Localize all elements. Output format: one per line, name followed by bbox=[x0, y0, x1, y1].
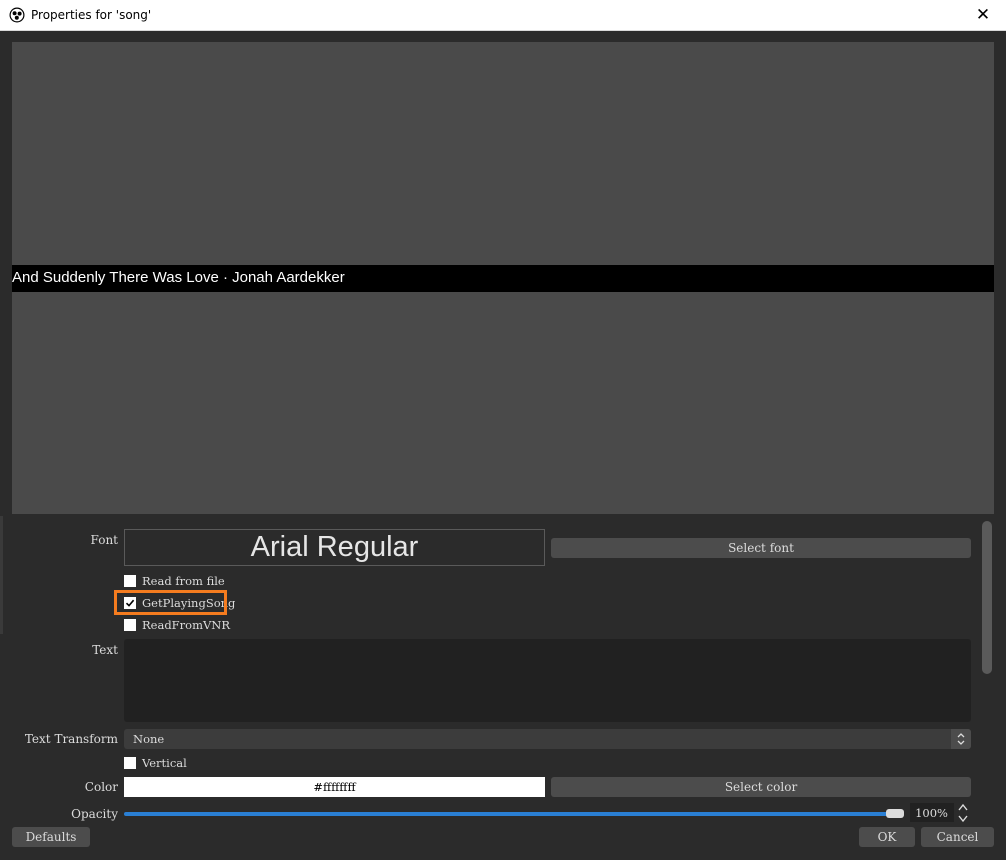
cancel-button[interactable]: Cancel bbox=[921, 827, 994, 847]
checkbox-box[interactable] bbox=[124, 575, 136, 587]
preview-text: And Suddenly There Was Love · Jonah Aard… bbox=[12, 269, 345, 286]
text-label: Text bbox=[92, 643, 118, 657]
preview-text-band: And Suddenly There Was Love · Jonah Aard… bbox=[12, 265, 994, 292]
checkbox-label: Vertical bbox=[142, 756, 187, 770]
color-value: #ffffffff bbox=[124, 777, 545, 797]
text-input[interactable] bbox=[124, 639, 971, 722]
color-label: Color bbox=[84, 780, 118, 794]
select-font-label: Select font bbox=[728, 541, 794, 555]
cancel-label: Cancel bbox=[936, 830, 979, 844]
opacity-slider-handle[interactable] bbox=[886, 809, 904, 818]
close-button[interactable]: ✕ bbox=[960, 0, 1006, 30]
checkbox-label: ReadFromVNR bbox=[142, 618, 231, 632]
title-bar: Properties for 'song' ✕ bbox=[0, 0, 1006, 31]
read-from-vnr-checkbox[interactable]: ReadFromVNR bbox=[124, 618, 230, 632]
font-label: Font bbox=[90, 533, 118, 547]
source-preview: And Suddenly There Was Love · Jonah Aard… bbox=[12, 42, 994, 514]
window-title: Properties for 'song' bbox=[31, 8, 152, 22]
select-color-label: Select color bbox=[724, 780, 798, 794]
read-from-file-checkbox[interactable]: Read from file bbox=[124, 574, 225, 588]
vertical-checkbox[interactable]: Vertical bbox=[124, 756, 187, 770]
checkbox-box[interactable] bbox=[124, 757, 136, 769]
defaults-button[interactable]: Defaults bbox=[12, 827, 90, 847]
properties-scrollbar[interactable] bbox=[982, 521, 992, 674]
select-value: None bbox=[133, 732, 165, 746]
defaults-label: Defaults bbox=[25, 830, 77, 844]
updown-chevron-icon bbox=[951, 729, 971, 749]
opacity-spinbox[interactable]: 100% bbox=[910, 803, 954, 822]
highlight-box bbox=[114, 590, 227, 615]
close-icon: ✕ bbox=[975, 5, 991, 25]
checkbox-label: Read from file bbox=[142, 574, 225, 588]
font-display: Arial Regular bbox=[124, 529, 545, 566]
select-color-button[interactable]: Select color bbox=[551, 777, 971, 797]
text-transform-label: Text Transform bbox=[24, 732, 118, 746]
ok-button[interactable]: OK bbox=[859, 827, 915, 847]
select-font-button[interactable]: Select font bbox=[551, 538, 971, 558]
opacity-label: Opacity bbox=[71, 807, 118, 821]
spin-arrows-icon[interactable] bbox=[956, 802, 970, 824]
obs-logo-icon bbox=[9, 7, 25, 23]
left-edge-scroll bbox=[0, 516, 3, 634]
opacity-slider-track[interactable] bbox=[124, 812, 904, 816]
ok-label: OK bbox=[877, 830, 897, 844]
checkbox-box[interactable] bbox=[124, 619, 136, 631]
text-transform-select[interactable]: None bbox=[124, 729, 971, 749]
